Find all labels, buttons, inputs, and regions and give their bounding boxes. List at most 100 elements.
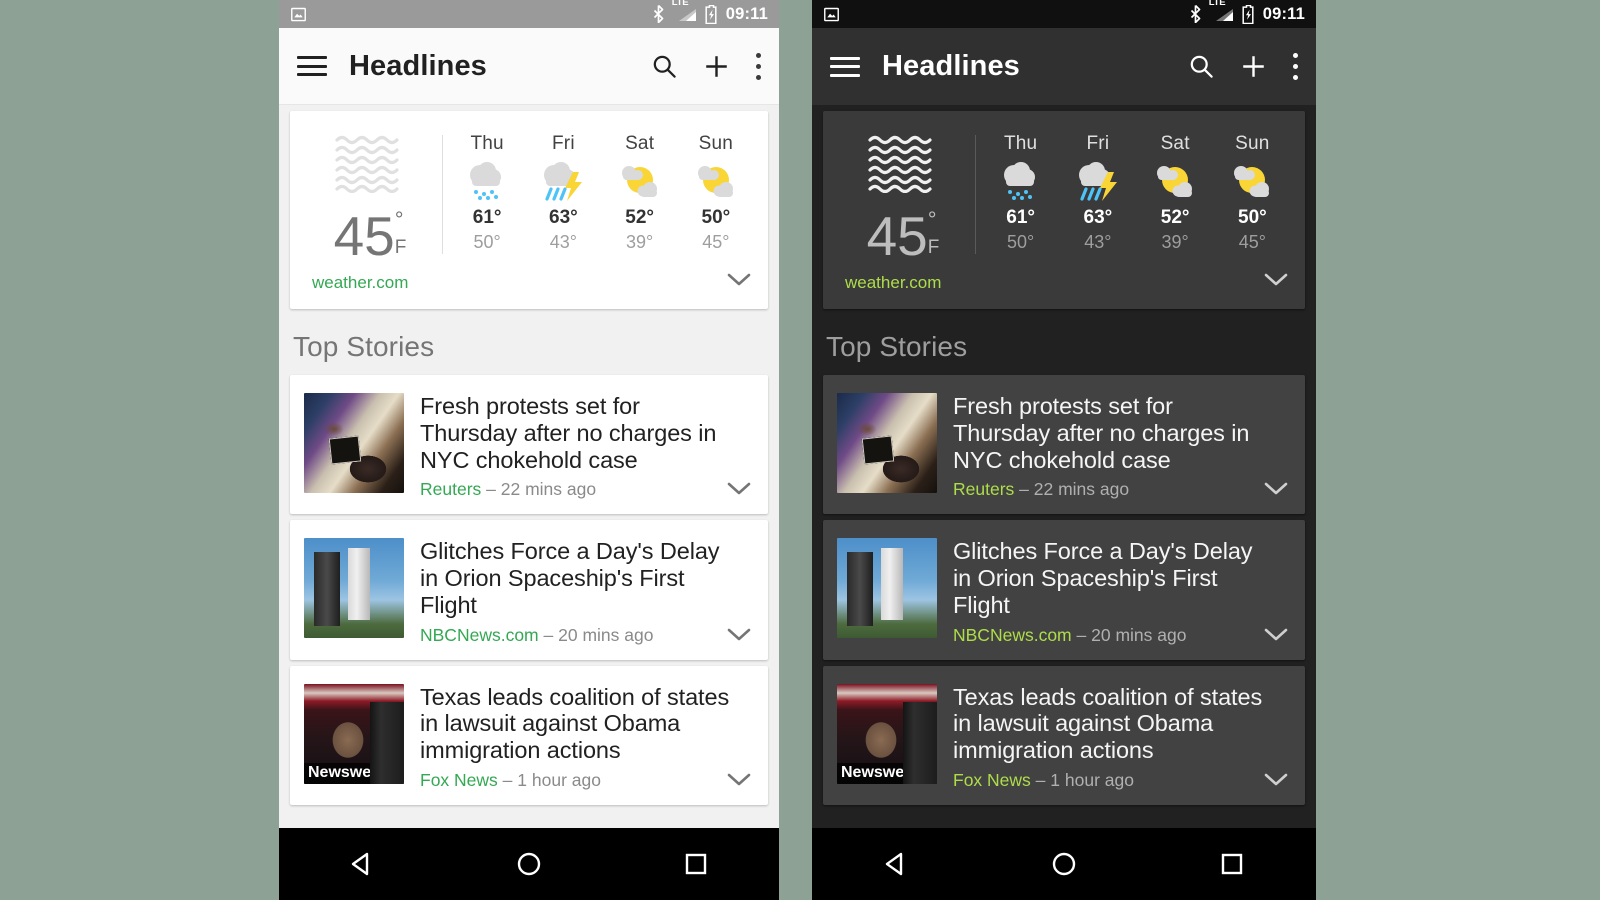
add-icon[interactable] (1239, 52, 1268, 81)
forecast-day-name: Thu (1003, 133, 1038, 154)
app-bar: Headlines (279, 28, 779, 105)
story-time: 20 mins ago (1091, 624, 1187, 645)
search-icon[interactable] (651, 53, 678, 80)
degree-symbol: ° (394, 207, 404, 232)
recents-button[interactable] (1202, 844, 1262, 884)
rain-cloud-icon (997, 157, 1045, 205)
temperature-unit: F (927, 236, 940, 258)
hamburger-menu-icon[interactable] (830, 56, 860, 77)
story-card[interactable]: Fresh protests set for Thursday after no… (823, 375, 1305, 515)
thumbnail-badge: Newsweek (304, 762, 393, 784)
add-icon[interactable] (702, 52, 731, 81)
home-button[interactable] (1034, 844, 1094, 884)
weather-current: 45 ° F (304, 133, 436, 264)
lte-signal-icon: LTE (672, 0, 698, 23)
forecast-day-name: Sat (625, 133, 655, 154)
forecast-low: 45° (1238, 232, 1266, 252)
chevron-down-icon[interactable] (1263, 481, 1289, 502)
chevron-down-icon[interactable] (726, 272, 752, 293)
bluetooth-icon (1189, 4, 1202, 24)
meta-dash: – (1019, 479, 1029, 500)
dark-theme-phone: LTE 09:11 Headlines 45 ° F Thu 61° 50° F… (812, 0, 1316, 900)
forecast-low: 39° (1161, 232, 1189, 252)
photo-icon (823, 6, 840, 23)
forecast-high: 52° (1160, 207, 1190, 228)
story-time: 1 hour ago (517, 770, 601, 791)
forecast-low: 39° (626, 232, 654, 252)
story-card[interactable]: Newsweek Texas leads coalition of states… (823, 665, 1305, 806)
chevron-down-icon[interactable] (1263, 772, 1289, 793)
forecast-day: Sun 50° 45° (1215, 133, 1289, 253)
weather-current: 45 ° F (837, 133, 969, 264)
forecast-high: 50° (701, 207, 731, 228)
recents-button[interactable] (666, 844, 726, 884)
meta-dash: – (502, 770, 513, 791)
forecast-day: Sat 52° 39° (1138, 133, 1212, 253)
partly-sunny-icon (692, 157, 740, 205)
home-button[interactable] (499, 844, 559, 884)
story-title: Fresh protests set for Thursday after no… (420, 393, 717, 473)
story-card[interactable]: Glitches Force a Day's Delay in Orion Sp… (290, 520, 768, 660)
weather-source-link[interactable]: weather.com (312, 273, 408, 293)
battery-charging-icon (705, 4, 718, 24)
forecast-low: 43° (549, 232, 577, 252)
chevron-down-icon[interactable] (726, 481, 752, 502)
partly-sunny-icon (616, 157, 664, 205)
forecast-high: 63° (549, 207, 578, 228)
weather-divider (975, 135, 976, 254)
story-title: Glitches Force a Day's Delay in Orion Sp… (953, 538, 1253, 618)
overflow-menu-icon[interactable] (755, 52, 761, 80)
forecast-day: Sat 52° 39° (603, 133, 677, 253)
section-heading-top-stories: Top Stories (826, 331, 968, 362)
forecast-day: Fri 63° 43° (1061, 133, 1135, 253)
weather-forecast: Thu 61° 50° Fri 63° 43° Sat 52° 39° Sun … (982, 133, 1291, 253)
thunderstorm-icon (1074, 157, 1122, 205)
forecast-low: 43° (1084, 232, 1112, 252)
chevron-down-icon[interactable] (726, 627, 752, 648)
rain-cloud-icon (463, 157, 511, 205)
meta-dash: – (1035, 770, 1046, 791)
story-thumbnail (837, 538, 937, 639)
hamburger-menu-icon[interactable] (297, 56, 327, 76)
thunderstorm-icon (539, 157, 587, 205)
story-meta: Fox News – 1 hour ago (953, 770, 1273, 791)
search-icon[interactable] (1188, 53, 1215, 80)
chevron-down-icon[interactable] (1263, 272, 1289, 293)
story-source: Reuters (953, 479, 1015, 500)
scroll-content[interactable]: 45 ° F Thu 61° 50° Fri 63° 43° Sat 52° 3… (812, 105, 1316, 828)
fog-icon (866, 133, 940, 194)
weather-source-link[interactable]: weather.com (845, 273, 941, 293)
story-title: Texas leads coalition of states in lawsu… (953, 683, 1263, 764)
chevron-down-icon[interactable] (1263, 627, 1289, 648)
forecast-day-name: Thu (470, 133, 504, 154)
overflow-menu-icon[interactable] (1292, 53, 1298, 80)
story-time: 20 mins ago (558, 624, 654, 645)
meta-dash: – (543, 624, 554, 645)
thumbnail-badge: Newsweek (837, 762, 926, 784)
forecast-high: 50° (1238, 207, 1267, 228)
current-temperature: 45 (866, 205, 928, 267)
light-theme-phone: LTE 09:11 Headlines 45 ° F Thu 61° 50° F… (279, 0, 779, 900)
forecast-high: 61° (1006, 207, 1035, 228)
status-bar: LTE 09:11 (812, 0, 1316, 28)
story-card[interactable]: Glitches Force a Day's Delay in Orion Sp… (823, 520, 1305, 660)
story-meta: Fox News – 1 hour ago (420, 770, 736, 791)
chevron-down-icon[interactable] (726, 772, 752, 793)
degree-symbol: ° (927, 207, 937, 232)
story-time: 22 mins ago (500, 479, 597, 500)
back-button[interactable] (332, 844, 392, 884)
section-heading-top-stories: Top Stories (293, 331, 435, 362)
page-title: Headlines (882, 50, 1020, 82)
weather-card[interactable]: 45 ° F Thu 61° 50° Fri 63° 43° Sat 52° 3… (823, 111, 1305, 309)
story-card[interactable]: Newsweek Texas leads coalition of states… (290, 665, 768, 806)
forecast-day-name: Fri (1086, 133, 1110, 154)
battery-charging-icon (1242, 4, 1255, 24)
forecast-day-name: Sat (1160, 133, 1190, 154)
story-card[interactable]: Fresh protests set for Thursday after no… (290, 375, 768, 515)
weather-card[interactable]: 45 ° F Thu 61° 50° Fri 63° 43° Sat 52° 3… (290, 111, 768, 309)
story-thumbnail: Newsweek (837, 683, 937, 784)
scroll-content[interactable]: 45 ° F Thu 61° 50° Fri 63° 43° Sat 52° 3… (279, 105, 779, 828)
back-button[interactable] (866, 844, 926, 884)
forecast-day: Fri 63° 43° (526, 133, 600, 253)
android-navigation-bar (812, 828, 1316, 900)
